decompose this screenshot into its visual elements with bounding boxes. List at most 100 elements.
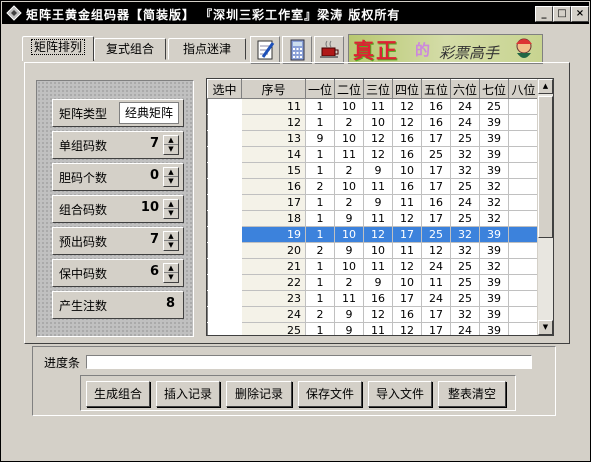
- table-cell[interactable]: 12: [421, 242, 451, 259]
- table-cell[interactable]: [508, 146, 539, 163]
- table-cell[interactable]: [508, 162, 539, 179]
- table-row[interactable]: 12 1 2 10 12 16 24 39: [207, 114, 539, 131]
- spin-up-icon[interactable]: ▲: [164, 168, 178, 176]
- table-cell[interactable]: 1: [305, 290, 335, 307]
- table-cell[interactable]: [508, 194, 539, 211]
- table-row[interactable]: 15 1 2 9 10 17 32 39: [207, 162, 539, 179]
- table-cell[interactable]: 16: [392, 146, 422, 163]
- tab-matrix-arrange[interactable]: 矩阵排列: [22, 36, 94, 61]
- table-cell[interactable]: 12: [392, 210, 422, 227]
- spin-up-icon[interactable]: ▲: [164, 200, 178, 208]
- table-cell[interactable]: 2: [334, 274, 364, 291]
- select-checkbox[interactable]: [207, 226, 242, 243]
- table-cell[interactable]: 1: [305, 146, 335, 163]
- table-cell[interactable]: 16: [392, 306, 422, 323]
- table-cell[interactable]: 39: [479, 322, 509, 335]
- table-cell[interactable]: 10: [392, 274, 422, 291]
- table-cell[interactable]: 2: [334, 114, 364, 131]
- column-header[interactable]: 四位: [392, 79, 422, 99]
- table-cell[interactable]: 12: [363, 226, 393, 243]
- table-cell[interactable]: 10: [363, 242, 393, 259]
- table-cell[interactable]: 24: [450, 322, 480, 335]
- table-cell[interactable]: 17: [421, 322, 451, 335]
- spin-up-icon[interactable]: ▲: [164, 136, 178, 144]
- table-cell[interactable]: 32: [450, 146, 480, 163]
- table-cell[interactable]: [508, 98, 539, 115]
- table-cell[interactable]: 12: [363, 130, 393, 147]
- table-cell[interactable]: 25: [450, 130, 480, 147]
- table-cell[interactable]: 11: [363, 210, 393, 227]
- select-checkbox[interactable]: [207, 114, 242, 131]
- table-cell[interactable]: 32: [450, 242, 480, 259]
- close-button[interactable]: ×: [571, 6, 589, 22]
- table-row[interactable]: 21 1 10 11 12 24 25 32: [207, 258, 539, 275]
- table-cell[interactable]: 24: [421, 290, 451, 307]
- table-cell[interactable]: 1: [305, 98, 335, 115]
- table-cell[interactable]: 32: [479, 210, 509, 227]
- table-cell[interactable]: [508, 258, 539, 275]
- minimize-button[interactable]: _: [535, 6, 553, 22]
- table-cell[interactable]: 1: [305, 274, 335, 291]
- spin-up-icon[interactable]: ▲: [164, 264, 178, 272]
- table-cell[interactable]: 25: [421, 226, 451, 243]
- table-cell[interactable]: 17: [421, 306, 451, 323]
- table-cell[interactable]: 17: [392, 290, 422, 307]
- table-cell[interactable]: [508, 226, 539, 243]
- table-cell[interactable]: 12: [363, 146, 393, 163]
- table-cell[interactable]: 9: [363, 162, 393, 179]
- table-cell[interactable]: 17: [421, 178, 451, 195]
- column-header[interactable]: 二位: [334, 79, 364, 99]
- banker-count-spinner[interactable]: ▲ ▼: [163, 167, 179, 187]
- spin-down-icon[interactable]: ▼: [164, 176, 178, 185]
- table-cell[interactable]: [508, 210, 539, 227]
- table-cell[interactable]: [508, 242, 539, 259]
- table-cell[interactable]: 2: [334, 194, 364, 211]
- diamond-app-icon[interactable]: [6, 5, 22, 21]
- column-header[interactable]: 序号: [241, 79, 306, 99]
- table-cell[interactable]: 10: [334, 178, 364, 195]
- coffee-button[interactable]: [314, 36, 344, 64]
- table-cell[interactable]: 16: [421, 194, 451, 211]
- table-cell[interactable]: 39: [479, 226, 509, 243]
- spin-down-icon[interactable]: ▼: [164, 272, 178, 281]
- table-row[interactable]: 17 1 2 9 11 16 24 32: [207, 194, 539, 211]
- column-header[interactable]: 六位: [450, 79, 480, 99]
- table-cell[interactable]: 2: [305, 306, 335, 323]
- select-checkbox[interactable]: [207, 178, 242, 195]
- table-cell[interactable]: 39: [479, 242, 509, 259]
- table-cell[interactable]: 2: [305, 242, 335, 259]
- table-row[interactable]: 13 9 10 12 16 17 25 39: [207, 130, 539, 147]
- generate-combo-button[interactable]: 生成组合: [86, 381, 150, 407]
- table-cell[interactable]: 39: [479, 162, 509, 179]
- table-row[interactable]: 18 1 9 11 12 17 25 32: [207, 210, 539, 227]
- table-cell[interactable]: 39: [479, 114, 509, 131]
- table-cell[interactable]: 32: [479, 178, 509, 195]
- select-checkbox[interactable]: [207, 306, 242, 323]
- table-row[interactable]: 16 2 10 11 16 17 25 32: [207, 178, 539, 195]
- select-checkbox[interactable]: [207, 258, 242, 275]
- table-cell[interactable]: 39: [479, 274, 509, 291]
- table-cell[interactable]: 12: [363, 306, 393, 323]
- table-cell[interactable]: 1: [305, 210, 335, 227]
- table-cell[interactable]: 11: [334, 290, 364, 307]
- table-cell[interactable]: 25: [421, 146, 451, 163]
- table-cell[interactable]: 11: [363, 322, 393, 335]
- banker-count-value[interactable]: 0: [150, 168, 159, 183]
- table-row[interactable]: 25 1 9 11 12 17 24 39: [207, 322, 539, 335]
- tab-compound-combo[interactable]: 复式组合: [94, 38, 166, 60]
- matrix-type-select[interactable]: 经典矩阵: [119, 102, 179, 124]
- table-cell[interactable]: [508, 178, 539, 195]
- select-checkbox[interactable]: [207, 194, 242, 211]
- select-checkbox[interactable]: [207, 290, 242, 307]
- table-cell[interactable]: [508, 290, 539, 307]
- column-header[interactable]: 七位: [479, 79, 509, 99]
- table-cell[interactable]: 11: [363, 98, 393, 115]
- table-cell[interactable]: 1: [305, 258, 335, 275]
- table-cell[interactable]: 10: [334, 98, 364, 115]
- notepad-button[interactable]: [250, 36, 280, 64]
- scroll-down-icon[interactable]: ▼: [538, 320, 553, 335]
- table-cell[interactable]: 2: [334, 162, 364, 179]
- table-cell[interactable]: 1: [305, 162, 335, 179]
- spin-down-icon[interactable]: ▼: [164, 208, 178, 217]
- select-checkbox[interactable]: [207, 162, 242, 179]
